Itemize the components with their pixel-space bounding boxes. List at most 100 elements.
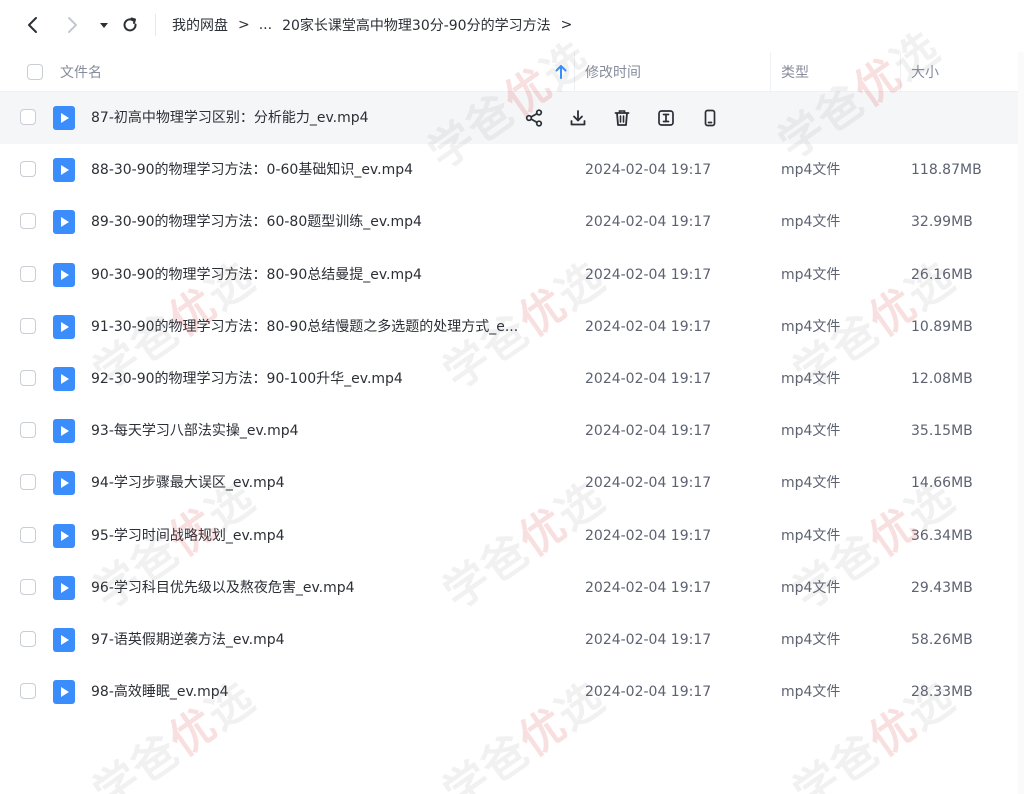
sort-ascending-icon[interactable]: [554, 64, 568, 80]
file-modified-time: 2024-02-04 19:17: [585, 631, 712, 648]
file-size: 118.87MB: [911, 162, 982, 179]
breadcrumb-ellipsis[interactable]: ...: [259, 17, 272, 33]
row-checkbox[interactable]: [20, 161, 36, 178]
header-divider: [900, 52, 901, 92]
file-row[interactable]: 90-30-90的物理学习方法：80-90总结曼提_ev.mp4 2024-02…: [0, 249, 1018, 301]
file-modified-time: 2024-02-04 19:17: [585, 162, 712, 179]
history-dropdown-button[interactable]: [92, 13, 116, 37]
file-modified-time: 2024-02-04 19:17: [585, 475, 712, 492]
file-name[interactable]: 95-学习时间战略规划_ev.mp4: [91, 510, 561, 562]
watermark-left: 学爸: [84, 724, 190, 794]
file-name[interactable]: 90-30-90的物理学习方法：80-90总结曼提_ev.mp4: [91, 249, 561, 301]
top-navigation-bar: 我的网盘 > ... 20家长课堂高中物理30分-90分的学习方法 >: [0, 0, 1024, 50]
row-checkbox[interactable]: [20, 317, 36, 334]
breadcrumb-separator: >: [238, 17, 250, 33]
download-button[interactable]: [566, 106, 590, 130]
video-file-icon: [53, 419, 75, 444]
file-modified-time: 2024-02-04 19:17: [585, 579, 712, 596]
file-row[interactable]: 89-30-90的物理学习方法：60-80题型训练_ev.mp4 2024-02…: [0, 196, 1018, 248]
breadcrumb-current-folder[interactable]: 20家长课堂高中物理30分-90分的学习方法: [282, 15, 551, 35]
video-file-icon: [53, 314, 75, 339]
file-row[interactable]: 87-初高中物理学习区别：分析能力_ev.mp4: [0, 92, 1018, 145]
scrollbar-track[interactable]: [1018, 52, 1024, 794]
file-name[interactable]: 88-30-90的物理学习方法：0-60基础知识_ev.mp4: [91, 144, 561, 196]
file-size: 35.15MB: [911, 423, 973, 440]
caret-down-icon: [100, 23, 108, 28]
file-modified-time: 2024-02-04 19:17: [585, 684, 712, 701]
header-type[interactable]: 类型: [781, 52, 809, 92]
row-checkbox[interactable]: [20, 526, 36, 543]
watermark-left: 学爸: [784, 724, 890, 794]
video-file-icon: [53, 471, 75, 496]
file-row[interactable]: 97-语英假期逆袭方法_ev.mp4 2024-02-04 19:17 mp4文…: [0, 614, 1018, 666]
file-row[interactable]: 94-学习步骤最大误区_ev.mp4 2024-02-04 19:17 mp4文…: [0, 457, 1018, 509]
file-name[interactable]: 96-学习科目优先级以及熬夜危害_ev.mp4: [91, 562, 561, 614]
watermark-left: 学爸: [434, 724, 540, 794]
header-divider: [574, 52, 575, 92]
row-checkbox[interactable]: [20, 683, 36, 700]
file-row[interactable]: 95-学习时间战略规划_ev.mp4 2024-02-04 19:17 mp4文…: [0, 510, 1018, 562]
breadcrumb-tail-separator[interactable]: >: [561, 17, 573, 33]
video-file-icon: [53, 366, 75, 391]
file-size: 28.33MB: [911, 684, 973, 701]
file-row[interactable]: 92-30-90的物理学习方法：90-100升华_ev.mp4 2024-02-…: [0, 353, 1018, 405]
video-file-icon: [53, 262, 75, 287]
chevron-right-icon: [68, 17, 77, 33]
refresh-button[interactable]: [118, 13, 142, 37]
video-file-icon: [53, 575, 75, 600]
row-checkbox[interactable]: [20, 578, 36, 595]
file-type: mp4文件: [781, 631, 841, 648]
row-checkbox[interactable]: [20, 422, 36, 439]
file-modified-time: 2024-02-04 19:17: [585, 370, 712, 387]
file-row[interactable]: 96-学习科目优先级以及熬夜危害_ev.mp4 2024-02-04 19:17…: [0, 562, 1018, 614]
file-size: 12.08MB: [911, 370, 973, 387]
row-checkbox[interactable]: [20, 369, 36, 386]
trash-icon: [614, 110, 630, 126]
file-name[interactable]: 91-30-90的物理学习方法：80-90总结慢题之多选题的处理方式_e...: [91, 301, 561, 353]
file-list: 87-初高中物理学习区别：分析能力_ev.mp4 88-30-90的物理学习方法…: [0, 92, 1018, 718]
send-to-phone-button[interactable]: [698, 106, 722, 130]
file-name[interactable]: 98-高效睡眠_ev.mp4: [91, 666, 561, 718]
forward-button[interactable]: [60, 13, 84, 37]
file-size: 32.99MB: [911, 214, 973, 231]
video-file-icon: [53, 158, 75, 183]
file-row[interactable]: 93-每天学习八部法实操_ev.mp4 2024-02-04 19:17 mp4…: [0, 405, 1018, 457]
back-button[interactable]: [21, 13, 45, 37]
row-checkbox[interactable]: [20, 630, 36, 647]
video-file-icon: [53, 627, 75, 652]
file-modified-time: 2024-02-04 19:17: [585, 423, 712, 440]
share-button[interactable]: [522, 106, 546, 130]
row-checkbox[interactable]: [20, 109, 36, 125]
file-size: 36.34MB: [911, 527, 973, 544]
breadcrumb-root[interactable]: 我的网盘: [172, 15, 228, 35]
file-name[interactable]: 94-学习步骤最大误区_ev.mp4: [91, 457, 561, 509]
share-icon: [525, 109, 543, 127]
file-type: mp4文件: [781, 318, 841, 335]
file-modified-time: 2024-02-04 19:17: [585, 527, 712, 544]
file-modified-time: 2024-02-04 19:17: [585, 318, 712, 335]
file-name[interactable]: 89-30-90的物理学习方法：60-80题型训练_ev.mp4: [91, 196, 561, 248]
header-modified[interactable]: 修改时间: [585, 52, 641, 92]
delete-button[interactable]: [610, 106, 634, 130]
file-name[interactable]: 97-语英假期逆袭方法_ev.mp4: [91, 614, 561, 666]
rename-button[interactable]: [654, 106, 678, 130]
file-row[interactable]: 91-30-90的物理学习方法：80-90总结慢题之多选题的处理方式_e... …: [0, 301, 1018, 353]
row-checkbox[interactable]: [20, 265, 36, 282]
video-file-icon: [53, 106, 75, 130]
refresh-icon: [123, 17, 137, 32]
file-row[interactable]: 98-高效睡眠_ev.mp4 2024-02-04 19:17 mp4文件 28…: [0, 666, 1018, 718]
row-actions: [522, 106, 742, 130]
header-size[interactable]: 大小: [911, 52, 939, 92]
row-checkbox[interactable]: [20, 474, 36, 491]
file-size: 10.89MB: [911, 318, 973, 335]
file-name[interactable]: 92-30-90的物理学习方法：90-100升华_ev.mp4: [91, 353, 561, 405]
file-type: mp4文件: [781, 527, 841, 544]
select-all-checkbox[interactable]: [27, 64, 43, 80]
mobile-phone-icon: [704, 109, 716, 127]
file-name[interactable]: 93-每天学习八部法实操_ev.mp4: [91, 405, 561, 457]
file-type: mp4文件: [781, 162, 841, 179]
file-row[interactable]: 88-30-90的物理学习方法：0-60基础知识_ev.mp4 2024-02-…: [0, 144, 1018, 196]
header-name[interactable]: 文件名: [60, 52, 102, 92]
row-checkbox[interactable]: [20, 213, 36, 230]
file-name[interactable]: 87-初高中物理学习区别：分析能力_ev.mp4: [91, 92, 561, 144]
